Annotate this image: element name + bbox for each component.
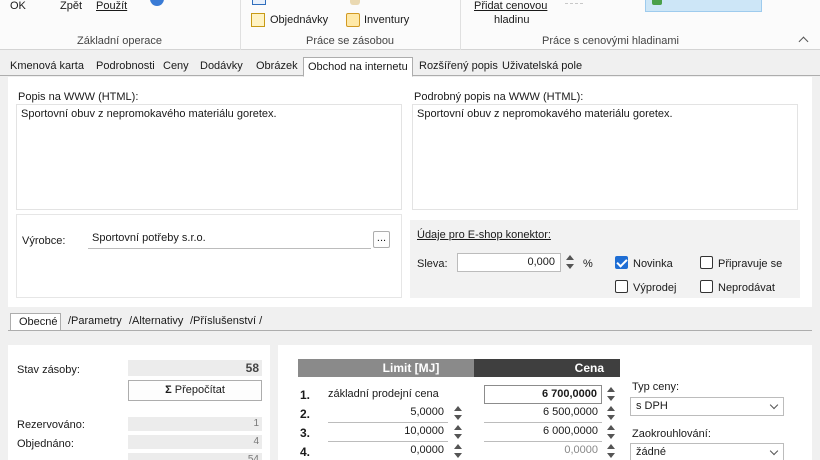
info-icon: [150, 0, 164, 6]
price-header-price: Cena: [474, 359, 620, 377]
detail-textarea[interactable]: Sportovní obuv z nepromokavého materiálu…: [412, 104, 798, 210]
add-price-level-line2: hladinu: [494, 14, 530, 26]
preparing-checkbox[interactable]: [700, 256, 713, 269]
price-row-num: 3.: [300, 426, 311, 440]
price-row-price[interactable]: 0,0000: [484, 442, 602, 460]
eshop-heading: Údaje pro E-shop konektor:: [417, 229, 551, 241]
group-basic-label: Základní operace: [77, 35, 162, 47]
orders-icon: [251, 13, 265, 27]
desc-label: Popis na WWW (HTML):: [18, 91, 139, 103]
manufacturer-field[interactable]: Sportovní potřeby s.r.o.: [88, 230, 371, 249]
subtab-prislusenstvi[interactable]: /Příslušenství /: [190, 313, 262, 330]
stav-value: 58: [128, 360, 262, 376]
green-arrow-icon: [652, 0, 662, 5]
price-header-limit: Limit [MJ]: [298, 359, 474, 377]
faded-icon: [350, 0, 360, 5]
desc-textarea[interactable]: Sportovní obuv z nepromokavého materiálu…: [16, 104, 402, 210]
stav-label: Stav zásoby:: [17, 364, 80, 376]
discount-unit: %: [583, 258, 593, 270]
ribbon: OK Zpět Použít Objednávky Inventury Přid…: [0, 0, 820, 50]
inventory-icon: [346, 13, 360, 27]
orders-button[interactable]: Objednávky: [270, 14, 328, 26]
price-row-price[interactable]: 6 700,0000: [484, 385, 602, 404]
discount-label: Sleva:: [417, 258, 448, 270]
rounding-select[interactable]: žádné: [630, 443, 784, 460]
selected-ribbon-button[interactable]: [645, 0, 762, 12]
price-row-limit[interactable]: 0,0000: [328, 442, 448, 460]
discount-spinner-icon[interactable]: [565, 254, 575, 270]
price-row-num: 4.: [300, 445, 311, 459]
price-row-limit[interactable]: 5,0000: [328, 404, 448, 423]
desc-value: Sportovní obuv z nepromokavého materiálu…: [21, 108, 277, 120]
main-tabs: Kmenová karta Podrobnosti Ceny Dodávky O…: [0, 57, 820, 77]
subtab-alternativy[interactable]: /Alternativy: [129, 313, 183, 330]
not-for-sale-checkbox[interactable]: [700, 280, 713, 293]
manufacturer-box: [16, 214, 402, 298]
chevron-down-icon: [769, 446, 779, 456]
price-type-label: Typ ceny:: [632, 381, 680, 393]
tab-ceny[interactable]: Ceny: [159, 57, 193, 76]
price-row-num: 2.: [300, 407, 311, 421]
detail-label: Podrobný popis na WWW (HTML):: [414, 91, 584, 103]
subtab-divider: [8, 330, 812, 331]
add-price-level-button[interactable]: Přidat cenovou: [474, 0, 547, 12]
price-row-price[interactable]: 6 000,0000: [484, 423, 602, 442]
price-type-select[interactable]: s DPH: [630, 397, 784, 416]
rounding-label: Zaokrouhlování:: [632, 428, 711, 440]
manufacturer-label: Výrobce:: [22, 235, 66, 247]
limit-spinner-icon[interactable]: [453, 424, 463, 440]
reserved-label: Rezervováno:: [17, 419, 85, 431]
sale-checkbox[interactable]: [615, 280, 628, 293]
ok-button[interactable]: OK: [10, 0, 26, 12]
price-row-limit: základní prodejní cena: [328, 388, 439, 400]
price-spinner-icon[interactable]: [606, 386, 616, 402]
partial-value: 54: [128, 453, 262, 460]
price-row-limit[interactable]: 10,0000: [328, 423, 448, 442]
tab-rozsireny-popis[interactable]: Rozšířený popis: [415, 57, 502, 76]
sale-label: Výprodej: [633, 282, 677, 294]
price-spinner-icon[interactable]: [606, 405, 616, 421]
tab-kmenova-karta[interactable]: Kmenová karta: [6, 57, 88, 76]
manufacturer-browse-button[interactable]: ...: [373, 231, 390, 248]
detail-value: Sportovní obuv z nepromokavého materiálu…: [417, 108, 673, 120]
ordered-value: 4: [128, 435, 262, 449]
reserved-value: 1: [128, 417, 262, 431]
tab-uzivatelska-pole[interactable]: Uživatelská pole: [498, 57, 586, 76]
faded-arrows-icon: [565, 0, 583, 4]
not-for-sale-label: Neprodávat: [718, 282, 775, 294]
price-type-value: s DPH: [636, 400, 668, 412]
price-spinner-icon[interactable]: [606, 424, 616, 440]
manufacturer-value: Sportovní potřeby s.r.o.: [92, 232, 206, 244]
header-limit-text: Limit [MJ]: [382, 361, 440, 375]
inventory-button[interactable]: Inventury: [364, 14, 409, 26]
limit-spinner-icon[interactable]: [453, 405, 463, 421]
chevron-down-icon: [769, 400, 779, 410]
price-spinner-icon[interactable]: [606, 443, 616, 459]
tab-obrazek[interactable]: Obrázek: [252, 57, 302, 76]
collapse-ribbon-icon[interactable]: [798, 36, 809, 47]
price-row-price[interactable]: 6 500,0000: [484, 404, 602, 423]
sigma-icon: Σ: [165, 384, 172, 396]
apply-button[interactable]: Použít: [96, 0, 127, 12]
recalc-label: Přepočítat: [174, 384, 225, 396]
preparing-label: Připravuje se: [718, 258, 783, 270]
ordered-label: Objednáno:: [17, 438, 74, 450]
discount-field[interactable]: 0,000: [457, 253, 561, 272]
new-checkbox[interactable]: [615, 256, 628, 269]
rounding-value: žádné: [636, 446, 666, 458]
tab-dodavky[interactable]: Dodávky: [196, 57, 247, 76]
discount-value: 0,000: [527, 256, 555, 268]
subtab-parametry[interactable]: /Parametry: [68, 313, 122, 330]
group-stock-label: Práce se zásobou: [306, 35, 395, 47]
tab-obchod-na-internetu[interactable]: Obchod na internetu: [303, 57, 413, 77]
tab-podrobnosti[interactable]: Podrobnosti: [92, 57, 159, 76]
recalc-button[interactable]: Σ Přepočítat: [128, 380, 262, 401]
pencil-icon: [252, 0, 266, 5]
limit-spinner-icon[interactable]: [453, 443, 463, 459]
back-button[interactable]: Zpět: [60, 0, 82, 12]
new-label: Novinka: [633, 258, 673, 270]
group-price-label: Práce s cenovými hladinami: [542, 35, 679, 47]
subtab-obecne[interactable]: Obecné: [10, 313, 61, 330]
price-row-num: 1.: [300, 388, 311, 402]
